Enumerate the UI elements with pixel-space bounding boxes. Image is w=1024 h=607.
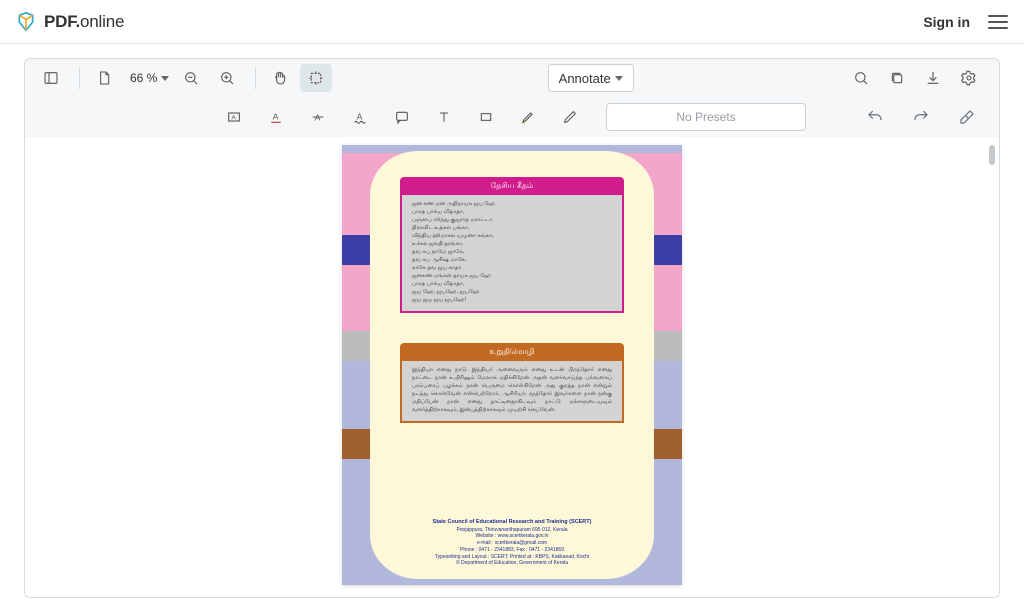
brand-secondary: online (80, 12, 124, 31)
footer-dept: © Department of Education, Government of… (342, 560, 682, 567)
highlighter-icon (520, 109, 536, 125)
pdf-viewer: 66 % Annotate (24, 58, 1000, 598)
chevron-down-icon (615, 76, 623, 81)
undo-icon (866, 108, 884, 126)
brand-logo (16, 12, 36, 32)
pledge-title: உறுதிமொழி (400, 343, 624, 361)
sign-in-link[interactable]: Sign in (923, 14, 970, 30)
svg-text:A: A (357, 112, 363, 122)
highlighter-tool[interactable] (512, 103, 544, 131)
squiggly-a-icon: A (352, 109, 368, 125)
rectangle-icon (478, 109, 494, 125)
pen-icon (562, 109, 578, 125)
anthem-line: தவ சுப ஆசிஷ மாகே, (412, 257, 612, 265)
zoom-in-icon (219, 70, 235, 86)
pan-tool-button[interactable] (264, 64, 296, 92)
brand-primary: PDF. (44, 12, 80, 31)
pdf-page: தேசிய கீதம் ஜன கண மன அதிநாயக ஜய ஹே பாரத … (342, 145, 682, 585)
anthem-line: ஜனகண மங்கள தாயக ஜய ஹே (412, 273, 612, 281)
svg-text:A: A (231, 115, 236, 122)
comment-tool[interactable] (386, 103, 418, 131)
chevron-down-icon (161, 76, 169, 81)
squiggly-tool[interactable]: A (344, 103, 376, 131)
anthem-title: தேசிய கீதம் (400, 177, 624, 195)
zoom-in-button[interactable] (211, 64, 243, 92)
pledge-box: உறுதிமொழி இந்தியா எனது நாடு. இந்தியர் அன… (400, 343, 624, 423)
brand-logo-icon (16, 12, 36, 32)
sidebar-toggle-button[interactable] (35, 64, 67, 92)
anthem-line: உச்சல ஜலதி தரங்கா, (412, 241, 612, 249)
zoom-value: 66 % (130, 71, 157, 85)
anthem-line: பாரத பாக்ய விதாதா, (412, 281, 612, 289)
primary-toolbar: 66 % Annotate (25, 59, 999, 97)
anthem-line: விந்திய ஹிமாசல யமுனா கங்கா, (412, 233, 612, 241)
download-button[interactable] (917, 64, 949, 92)
settings-button[interactable] (953, 64, 985, 92)
zoom-out-icon (183, 70, 199, 86)
brand-title: PDF.online (44, 12, 124, 32)
anthem-line: தவ சுப நாமே ஜாகே, (412, 249, 612, 257)
anthem-line: திராவிட உத்கல பங்கா, (412, 225, 612, 233)
anthem-line: ஜய ஹே, ஜயஹே, ஜயஹே (412, 289, 612, 297)
anthem-line: பாரத பாக்ய விதாதா, (412, 209, 612, 217)
multi-window-button[interactable] (881, 64, 913, 92)
underline-a-icon: A (268, 109, 284, 125)
page-nav-button[interactable] (88, 64, 120, 92)
shape-tool[interactable] (470, 103, 502, 131)
comment-icon (394, 109, 410, 125)
redo-icon (912, 108, 930, 126)
top-nav: PDF.online Sign in (0, 0, 1024, 44)
menu-icon[interactable] (988, 15, 1008, 29)
text-t-icon (436, 109, 452, 125)
annotate-label: Annotate (559, 71, 611, 86)
hand-icon (272, 70, 288, 86)
annotate-dropdown[interactable]: Annotate (548, 64, 634, 92)
footer-org: State Council of Educational Research an… (342, 519, 682, 526)
underline-tool[interactable]: A (260, 103, 292, 131)
select-tool-button[interactable] (300, 64, 332, 92)
eraser-button[interactable] (951, 103, 983, 131)
undo-button[interactable] (859, 103, 891, 131)
anthem-line: ஜய ஜய ஜய ஜயஹே! (412, 297, 612, 305)
pen-tool[interactable] (554, 103, 586, 131)
scrollbar-thumb[interactable] (989, 145, 995, 165)
anthem-body: ஜன கண மன அதிநாயக ஜய ஹே பாரத பாக்ய விதாதா… (400, 195, 624, 313)
strike-a-icon: A (310, 109, 326, 125)
anthem-box: தேசிய கீதம் ஜன கண மன அதிநாயக ஜய ஹே பாரத … (400, 177, 624, 313)
free-text-tool[interactable] (428, 103, 460, 131)
footer-web: Website : www.scertkerala.gov.in (342, 533, 682, 540)
page-footer: State Council of Educational Research an… (342, 519, 682, 567)
presets-dropdown[interactable]: No Presets (606, 103, 806, 131)
panel-icon (43, 70, 59, 86)
footer-addr: Poojappura, Thiruvananthapuram 695 012, … (342, 527, 682, 534)
eraser-icon (958, 108, 976, 126)
page-icon (96, 70, 112, 86)
strike-tool[interactable]: A (302, 103, 334, 131)
select-icon (308, 70, 324, 86)
presets-label: No Presets (676, 110, 735, 124)
footer-phone: Phone : 0471 - 2341883, Fax : 0471 - 234… (342, 547, 682, 554)
annotation-toolbar: A A A A No Presets (25, 97, 999, 137)
anthem-line: ஜன கண மன அதிநாயக ஜய ஹே (412, 201, 612, 209)
document-canvas[interactable]: தேசிய கீதம் ஜன கண மன அதிநாயக ஜய ஹே பாரத … (25, 137, 999, 597)
separator (79, 67, 80, 89)
zoom-dropdown[interactable]: 66 % (130, 71, 169, 85)
gear-icon (961, 70, 977, 86)
anthem-line: காகே தவ ஜய காதா (412, 265, 612, 273)
zoom-out-button[interactable] (175, 64, 207, 92)
separator (255, 67, 256, 89)
svg-text:A: A (273, 112, 279, 122)
text-box-tool[interactable]: A (218, 103, 250, 131)
redo-button[interactable] (905, 103, 937, 131)
textbox-icon: A (226, 109, 242, 125)
pledge-body: இந்தியா எனது நாடு. இந்தியர் அனைவரும் எனத… (400, 361, 624, 423)
anthem-line: பஞ்சாப ஸிந்து குஜராத மராட்டா (412, 217, 612, 225)
footer-email: e-mail : scertkerala@gmail.com (342, 540, 682, 547)
download-icon (925, 70, 941, 86)
search-button[interactable] (845, 64, 877, 92)
windows-icon (889, 70, 905, 86)
search-icon (853, 70, 869, 86)
